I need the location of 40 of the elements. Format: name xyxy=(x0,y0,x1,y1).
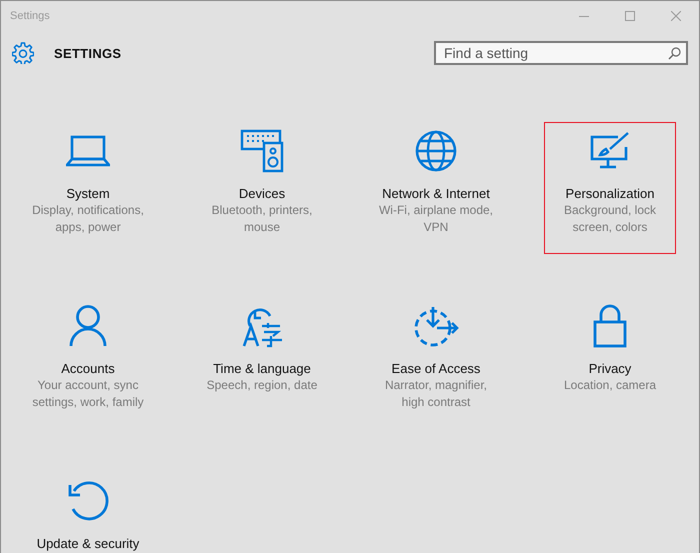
category-title: Personalization xyxy=(566,185,654,202)
settings-category-tile[interactable]: Time & language Speech, region, date xyxy=(196,297,328,429)
keyboard-speaker-icon xyxy=(240,129,284,173)
laptop-icon xyxy=(66,133,110,169)
padlock-icon xyxy=(592,304,628,348)
circular-arrow-icon xyxy=(66,479,110,523)
category-description: Narrator, magnifier, high contrast xyxy=(384,377,488,411)
close-icon xyxy=(671,11,681,21)
settings-category-tile[interactable]: Update & security xyxy=(22,472,154,553)
category-description: Location, camera xyxy=(562,377,658,394)
category-description: Wi-Fi, airplane mode, VPN xyxy=(378,202,494,236)
globe-icon xyxy=(414,129,458,173)
settings-category-tile[interactable]: Devices Bluetooth, printers, mouse xyxy=(196,122,328,254)
category-title: Accounts xyxy=(61,360,115,377)
dashed-circle-arrows-icon xyxy=(413,304,459,348)
page-title: SETTINGS xyxy=(54,46,122,60)
category-title: Ease of Access xyxy=(392,360,480,377)
category-title: Network & Internet xyxy=(382,185,490,202)
category-title: Devices xyxy=(238,185,286,202)
category-description: Background, lock screen, colors xyxy=(562,202,658,236)
settings-icon xyxy=(12,42,34,64)
category-title: Privacy xyxy=(588,360,632,377)
settings-category-tile[interactable]: Personalization Background, lock screen, colors xyxy=(544,122,676,254)
settings-category-tile[interactable]: Privacy Location, camera xyxy=(544,297,676,429)
category-title: Time & language xyxy=(213,360,311,377)
person-icon xyxy=(68,304,108,348)
search-field[interactable]: Find a setting xyxy=(434,41,688,65)
settings-category-tile[interactable]: Ease of Access Narrator, magnifier, high contrast xyxy=(370,297,502,429)
window-title: Settings xyxy=(10,10,51,22)
category-description: Your account, sync settings, work, family xyxy=(31,377,145,411)
settings-category-tile[interactable]: System Display, notifications, apps, power xyxy=(22,122,154,254)
category-description: Display, notifications, apps, power xyxy=(31,202,145,236)
maximize-icon xyxy=(625,11,635,21)
category-description: Bluetooth, printers, mouse xyxy=(210,202,314,236)
settings-category-tile[interactable]: Accounts Your account, sync settings, work, family xyxy=(22,297,154,429)
settings-category-tile[interactable]: Network & Internet Wi-Fi, airplane mode, VPN xyxy=(370,122,502,254)
category-title: Update & security xyxy=(36,535,140,552)
category-description: Speech, region, date xyxy=(206,377,318,394)
search-icon xyxy=(668,47,681,60)
category-title: System xyxy=(66,185,110,202)
